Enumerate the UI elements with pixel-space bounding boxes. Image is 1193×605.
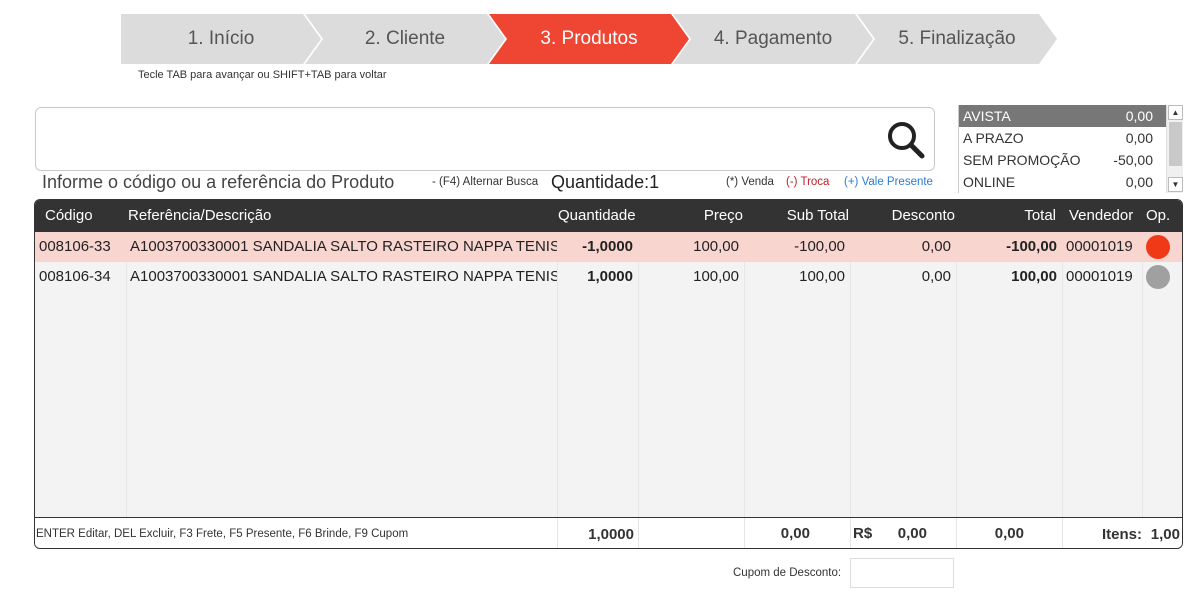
cell-vendedor: 00001019 <box>1066 268 1133 285</box>
header-descricao[interactable]: Referência/Descrição <box>128 200 271 232</box>
step-produtos[interactable]: 3. Produtos <box>489 14 689 64</box>
price-table-name: ONLINE <box>963 174 1016 190</box>
grid-footer: ENTER Editar, DEL Excluir, F3 Frete, F5 … <box>35 517 1182 548</box>
cell-total: 100,00 <box>1011 268 1057 285</box>
alternate-search-link[interactable]: - (F4) Alternar Busca <box>432 176 538 188</box>
scroll-thumb[interactable] <box>1169 122 1182 166</box>
step-cliente[interactable]: 2. Cliente <box>305 14 505 64</box>
price-table-name: A PRAZO <box>963 130 1024 146</box>
cell-descricao: A1003700330001 SANDALIA SALTO RASTEIRO N… <box>130 268 557 285</box>
cell-desconto: 0,00 <box>921 268 951 285</box>
wizard-steps: 1. Início 2. Cliente 3. Produtos 4. Paga… <box>121 14 1061 64</box>
cell-subtotal: -100,00 <box>794 238 845 255</box>
price-table-value: -50,00 <box>1113 152 1153 168</box>
search-prompt: Informe o código ou a referência do Prod… <box>42 172 395 192</box>
operation-status-icon[interactable] <box>1146 235 1170 259</box>
step-finalizacao[interactable]: 5. Finalização <box>857 14 1057 64</box>
cell-quantidade: 1,0000 <box>587 268 633 285</box>
quantity-value: 1 <box>649 172 660 192</box>
table-row[interactable]: 008106-33 A1003700330001 SANDALIA SALTO … <box>35 232 1182 262</box>
column-divider <box>744 518 745 548</box>
column-divider <box>850 518 851 548</box>
cell-preco: 100,00 <box>693 268 739 285</box>
legend-venda: (*) Venda <box>726 176 774 188</box>
grid-header: Código Referência/Descrição Quantidade P… <box>35 200 1182 232</box>
header-vendedor[interactable]: Vendedor <box>1069 200 1133 232</box>
shortcut-hints: ENTER Editar, DEL Excluir, F3 Frete, F5 … <box>36 528 409 540</box>
price-table-name: SEM PROMOÇÃO <box>963 152 1081 168</box>
cell-vendedor: 00001019 <box>1066 238 1133 255</box>
footer-total: 0,00 <box>994 525 1024 542</box>
footer-itens-value: 1,00 <box>1150 526 1180 543</box>
header-total[interactable]: Total <box>1024 200 1056 232</box>
products-grid: Código Referência/Descrição Quantidade P… <box>34 199 1183 549</box>
quantity-label: Quantidade: <box>551 172 650 192</box>
column-divider <box>557 518 558 548</box>
price-table-item[interactable]: ONLINE 0,00 <box>959 171 1166 193</box>
cell-descricao: A1003700330001 SANDALIA SALTO RASTEIRO N… <box>130 238 557 255</box>
operation-status-icon[interactable] <box>1146 265 1170 289</box>
cell-quantidade: -1,0000 <box>582 238 633 255</box>
header-subtotal[interactable]: Sub Total <box>787 200 849 232</box>
footer-currency: R$ <box>853 525 873 542</box>
price-table-name: AVISTA <box>963 108 1011 124</box>
legend-vale-presente: (+) Vale Presente <box>844 176 933 188</box>
navigation-hint: Tecle TAB para avançar ou SHIFT+TAB para… <box>138 69 387 81</box>
cell-codigo: 008106-33 <box>39 238 111 255</box>
legend-troca: (-) Troca <box>786 176 830 188</box>
footer-itens-label: Itens: <box>1101 526 1142 543</box>
product-search-box <box>35 107 935 171</box>
cell-subtotal: 100,00 <box>799 268 845 285</box>
price-table-value: 0,00 <box>1125 108 1153 124</box>
coupon-input[interactable] <box>850 558 954 588</box>
price-table-item[interactable]: A PRAZO 0,00 <box>959 127 1166 149</box>
step-inicio[interactable]: 1. Início <box>121 14 321 64</box>
price-table-value: 0,00 <box>1125 130 1153 146</box>
scroll-down-icon[interactable]: ▼ <box>1168 177 1183 192</box>
cell-codigo: 008106-34 <box>39 268 111 285</box>
price-table-list: AVISTA 0,00 A PRAZO 0,00 SEM PROMOÇÃO -5… <box>958 105 1166 193</box>
table-row[interactable]: 008106-34 A1003700330001 SANDALIA SALTO … <box>35 262 1182 292</box>
step-pagamento[interactable]: 4. Pagamento <box>673 14 873 64</box>
footer-subtotal-total: 0,00 <box>780 525 810 542</box>
column-divider <box>638 518 639 548</box>
footer-desconto-total: 0,00 <box>897 525 927 542</box>
header-codigo[interactable]: Código <box>45 200 93 232</box>
price-table-item[interactable]: AVISTA 0,00 <box>959 105 1166 127</box>
footer-quantidade-total: 1,0000 <box>588 526 634 543</box>
header-op[interactable]: Op. <box>1146 200 1170 232</box>
cell-total: -100,00 <box>1006 238 1057 255</box>
cell-desconto: 0,00 <box>921 238 951 255</box>
header-quantidade[interactable]: Quantidade <box>558 200 636 232</box>
price-table-item[interactable]: SEM PROMOÇÃO -50,00 <box>959 149 1166 171</box>
cell-preco: 100,00 <box>693 238 739 255</box>
price-table-value: 0,00 <box>1125 174 1153 190</box>
product-search-input[interactable] <box>46 116 876 162</box>
price-list-scrollbar[interactable]: ▲ ▼ <box>1166 105 1183 193</box>
header-preco[interactable]: Preço <box>704 200 743 232</box>
column-divider <box>956 518 957 548</box>
quantity-indicator: Quantidade:1 <box>551 172 659 193</box>
column-divider <box>1062 518 1063 548</box>
coupon-label: Cupom de Desconto: <box>733 567 842 579</box>
search-icon[interactable] <box>886 120 926 160</box>
scroll-up-icon[interactable]: ▲ <box>1168 105 1183 120</box>
header-desconto[interactable]: Desconto <box>892 200 955 232</box>
